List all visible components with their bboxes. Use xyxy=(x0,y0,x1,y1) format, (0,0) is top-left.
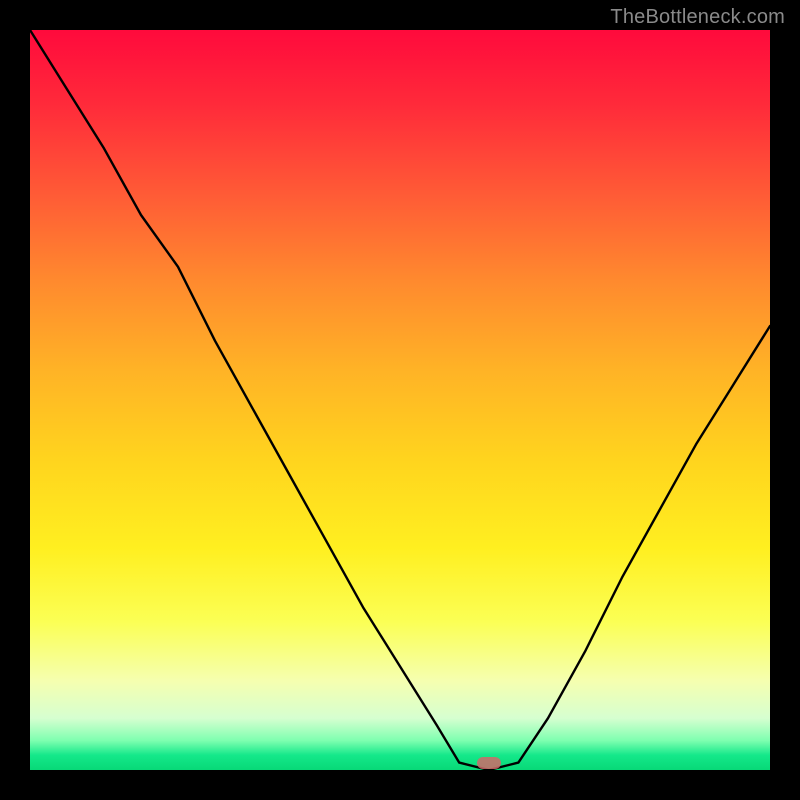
watermark-text: TheBottleneck.com xyxy=(610,6,785,29)
plot-area xyxy=(30,30,770,770)
optimum-marker xyxy=(477,757,501,769)
bottleneck-curve xyxy=(30,30,770,770)
chart-frame: TheBottleneck.com xyxy=(0,0,800,800)
